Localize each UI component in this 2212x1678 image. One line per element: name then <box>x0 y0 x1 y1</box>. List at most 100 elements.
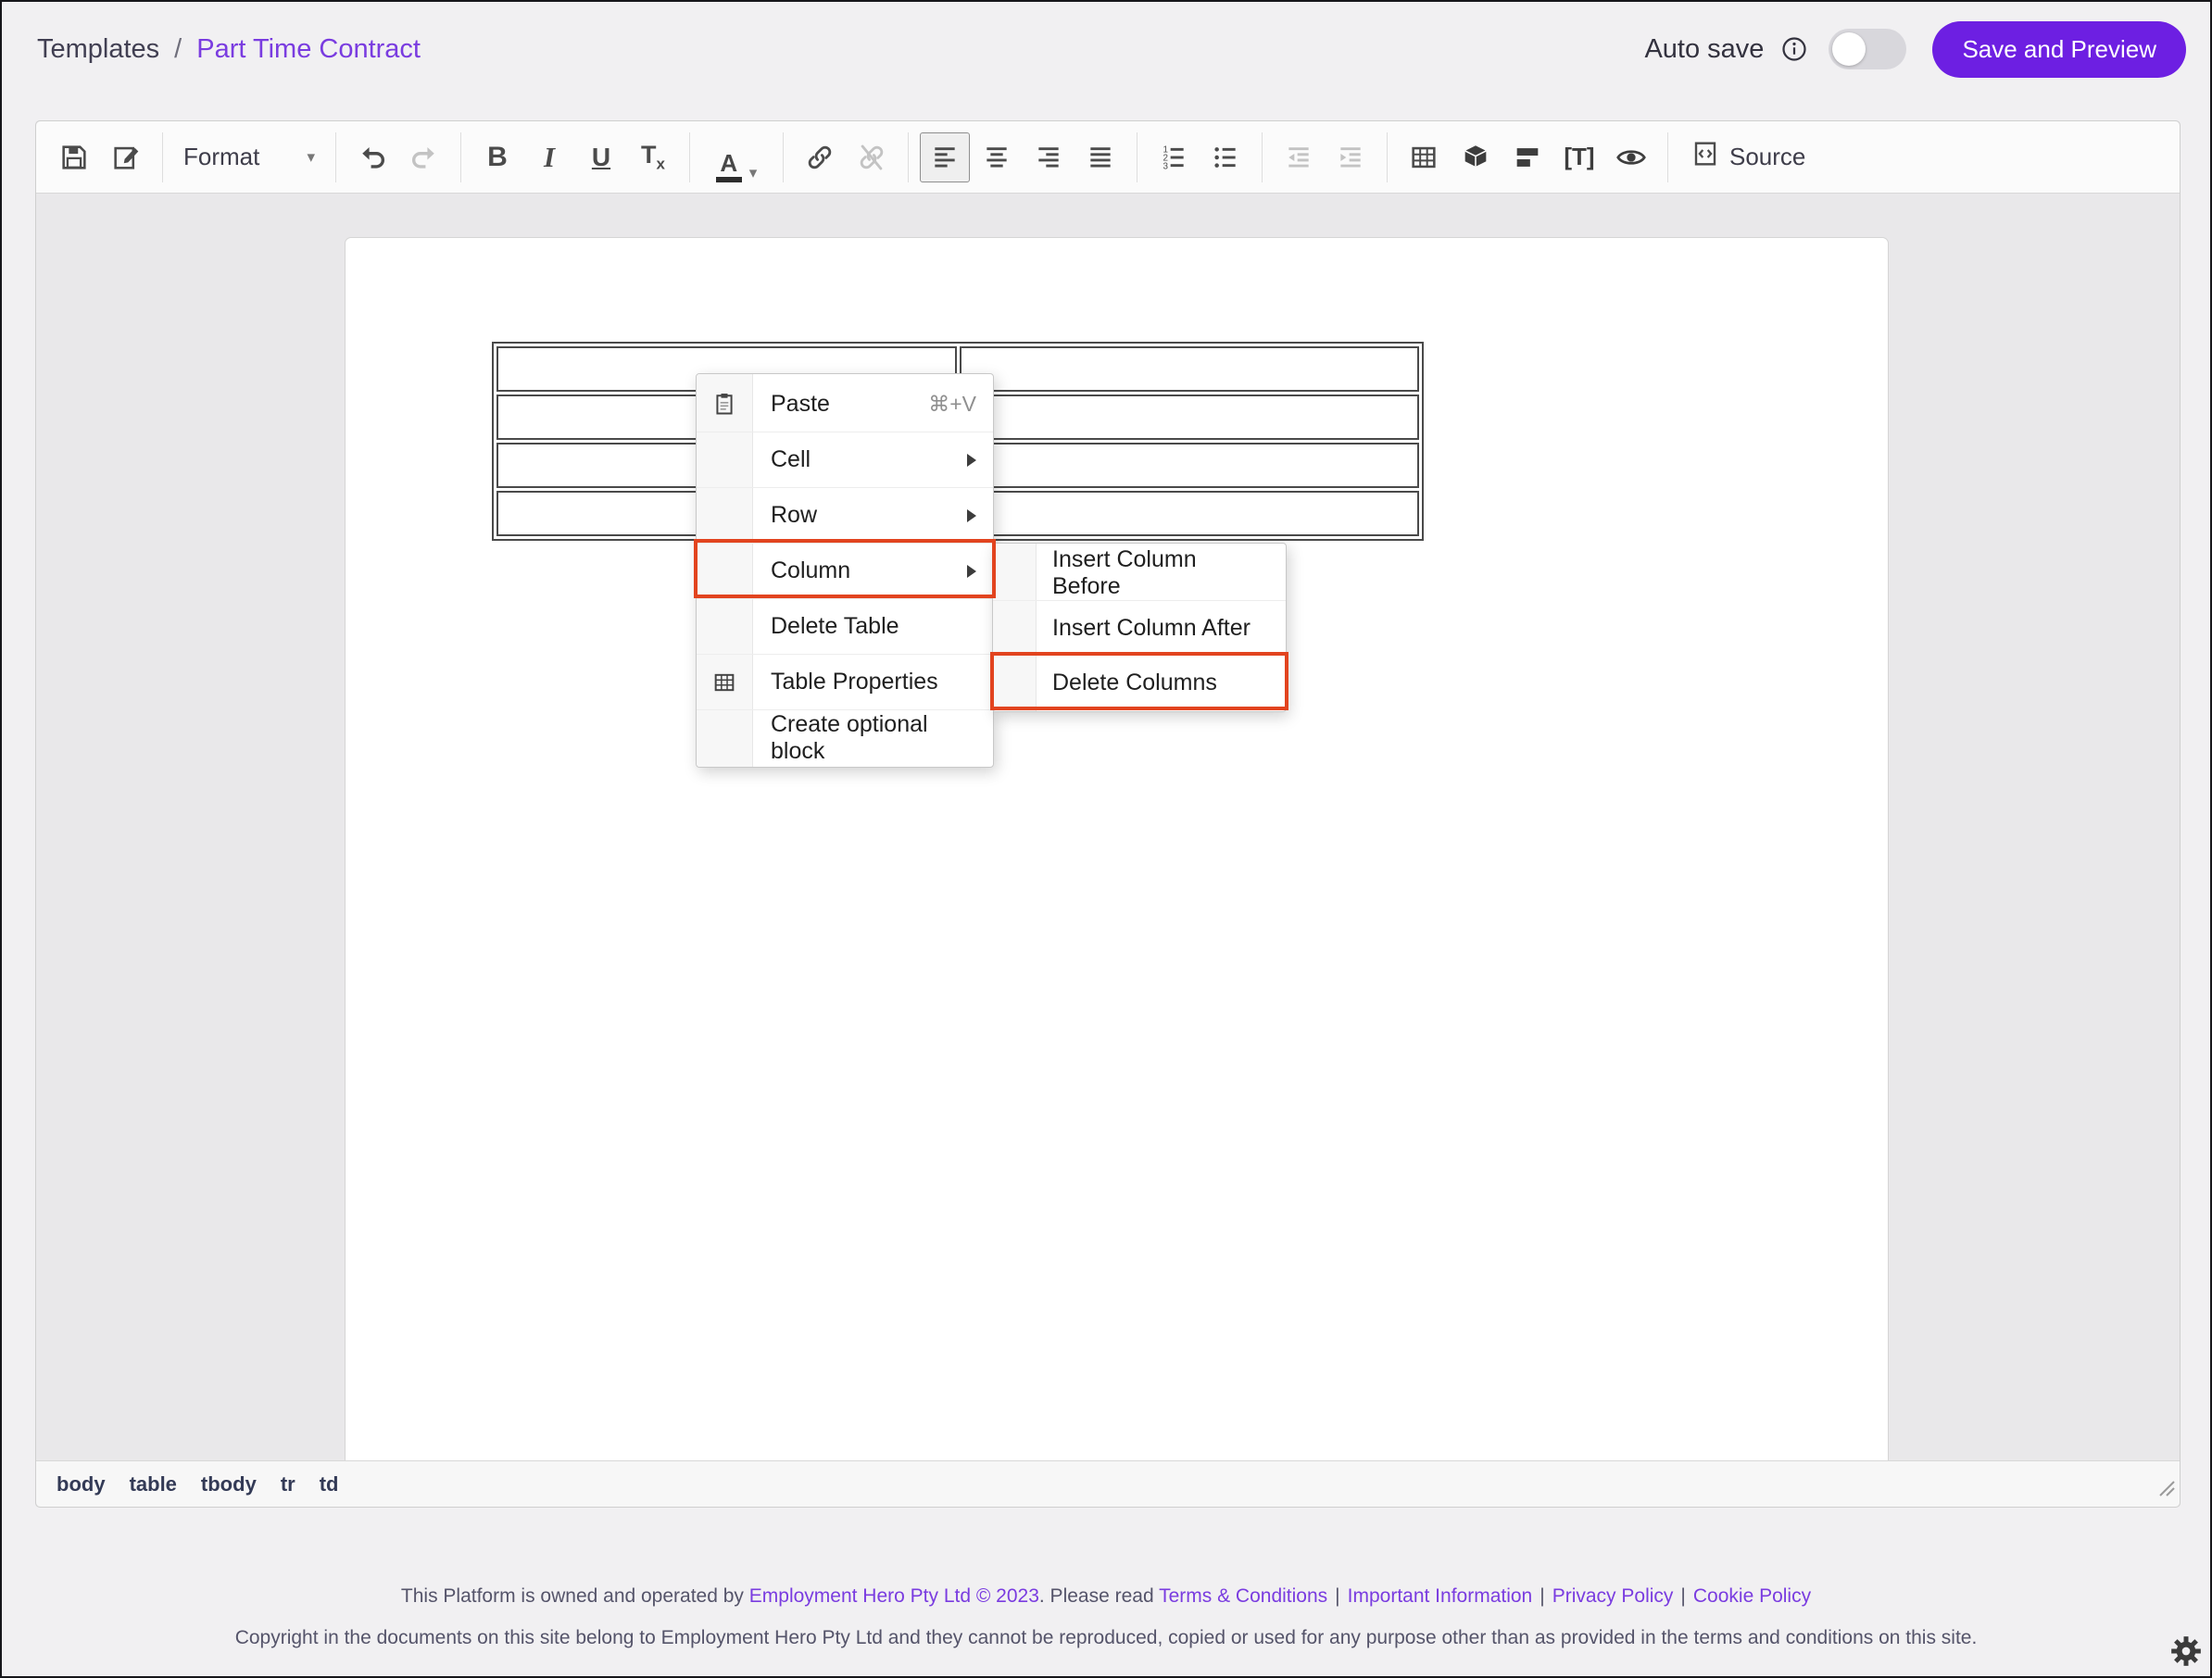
path-element-body[interactable]: body <box>57 1472 106 1496</box>
menu-item-label: Paste <box>771 391 830 418</box>
justify-icon <box>1086 143 1115 172</box>
align-left-button[interactable] <box>920 132 970 182</box>
remove-format-icon: Tx <box>641 141 665 173</box>
privacy-link[interactable]: Privacy Policy <box>1552 1585 1674 1607</box>
outdent-icon <box>1284 143 1313 172</box>
outdent-button <box>1274 132 1324 182</box>
paste-icon <box>709 391 740 417</box>
terms-link[interactable]: Terms & Conditions <box>1159 1585 1327 1607</box>
table-cell[interactable] <box>960 394 1420 440</box>
save-button[interactable] <box>49 132 99 182</box>
submenu-arrow-icon <box>967 509 976 522</box>
toolbar-divider <box>1262 132 1263 182</box>
submenu-item-label: Insert Column After <box>1052 615 1251 642</box>
undo-button[interactable] <box>347 132 397 182</box>
rich-text-editor: Format ▾ B I U Tx A ▾ <box>35 120 2181 1508</box>
chevron-down-icon: ▾ <box>307 148 315 167</box>
div-layout-button[interactable] <box>1502 132 1552 182</box>
path-element-tbody[interactable]: tbody <box>201 1472 257 1496</box>
cookie-link[interactable]: Cookie Policy <box>1693 1585 1811 1607</box>
menu-item-create-optional-block[interactable]: Create optional block <box>697 709 993 765</box>
format-dropdown[interactable]: Format ▾ <box>174 132 324 182</box>
breadcrumb-templates[interactable]: Templates <box>37 34 159 65</box>
insert-table-button[interactable] <box>1399 132 1449 182</box>
company-link[interactable]: Employment Hero Pty Ltd © 2023 <box>749 1585 1039 1607</box>
templates-button[interactable] <box>101 132 151 182</box>
div-layout-icon <box>1512 142 1543 173</box>
chevron-down-icon: ▾ <box>749 164 758 182</box>
app-window: Templates / Part Time Contract Auto save… <box>0 0 2212 1678</box>
source-icon <box>1690 139 1720 175</box>
menu-item-delete-table[interactable]: Delete Table <box>697 598 993 654</box>
submenu-item-insert-column-before[interactable]: Insert Column Before <box>993 545 1286 600</box>
source-label: Source <box>1729 143 1805 171</box>
autosave-toggle[interactable] <box>1829 29 1906 69</box>
align-center-button[interactable] <box>972 132 1022 182</box>
indent-button <box>1326 132 1376 182</box>
menu-item-paste[interactable]: Paste ⌘+V <box>697 376 993 432</box>
italic-button[interactable]: I <box>524 132 574 182</box>
submenu-item-delete-columns[interactable]: Delete Columns <box>993 655 1286 709</box>
menu-item-cell[interactable]: Cell <box>697 432 993 487</box>
justify-button[interactable] <box>1075 132 1125 182</box>
underline-button[interactable]: U <box>576 132 626 182</box>
paste-shortcut: ⌘+V <box>928 392 976 417</box>
table-cell[interactable] <box>960 346 1420 392</box>
footer-separator: | <box>1680 1585 1685 1607</box>
document-page[interactable] <box>345 237 1889 1460</box>
path-element-tr[interactable]: tr <box>281 1472 295 1496</box>
align-right-button[interactable] <box>1024 132 1074 182</box>
important-info-link[interactable]: Important Information <box>1348 1585 1533 1607</box>
underline-icon: U <box>592 143 610 172</box>
save-and-preview-button[interactable]: Save and Preview <box>1932 21 2186 78</box>
table-properties-icon <box>709 670 740 695</box>
footer-line-1: This Platform is owned and operated by E… <box>39 1584 2173 1609</box>
submenu-arrow-icon <box>967 454 976 467</box>
menu-item-table-properties[interactable]: Table Properties <box>697 654 993 709</box>
submenu-arrow-icon <box>967 565 976 578</box>
breadcrumb: Templates / Part Time Contract <box>37 34 421 65</box>
settings-gear-icon[interactable] <box>2168 1633 2205 1674</box>
table-cell[interactable] <box>960 443 1420 488</box>
text-color-icon: A <box>716 151 742 182</box>
toolbar-divider <box>460 132 461 182</box>
bulleted-list-button[interactable] <box>1200 132 1251 182</box>
table-context-menu: Paste ⌘+V Cell Row Column Delete Table T… <box>696 373 994 768</box>
numbered-list-button[interactable]: 123 <box>1149 132 1199 182</box>
bold-icon: B <box>487 142 508 173</box>
show-blocks-button[interactable] <box>1451 132 1501 182</box>
menu-item-label: Row <box>771 502 817 529</box>
path-element-td[interactable]: td <box>320 1472 339 1496</box>
table-icon <box>1408 142 1439 173</box>
placeholder-button[interactable]: [T] <box>1554 132 1604 182</box>
remove-format-button[interactable]: Tx <box>628 132 678 182</box>
show-blocks-icon <box>1460 142 1491 173</box>
menu-item-row[interactable]: Row <box>697 487 993 543</box>
path-element-table[interactable]: table <box>130 1472 177 1496</box>
resize-handle-icon[interactable] <box>2155 1477 2176 1503</box>
breadcrumb-current-page: Part Time Contract <box>196 34 421 65</box>
info-icon[interactable] <box>1780 35 1808 63</box>
preview-button[interactable] <box>1606 132 1656 182</box>
element-path-bar: body table tbody tr td <box>36 1460 2180 1507</box>
source-button[interactable]: Source <box>1679 132 1816 182</box>
menu-item-column[interactable]: Column <box>697 543 993 598</box>
toolbar-divider <box>162 132 163 182</box>
preview-eye-icon <box>1615 141 1648 174</box>
unlink-button <box>847 132 897 182</box>
bold-button[interactable]: B <box>472 132 522 182</box>
table-cell[interactable] <box>960 491 1420 536</box>
link-button[interactable] <box>795 132 845 182</box>
submenu-item-label: Insert Column Before <box>1052 546 1269 600</box>
redo-icon <box>408 142 440 173</box>
save-icon <box>58 142 90 173</box>
footer-separator: | <box>1540 1585 1544 1607</box>
link-icon <box>804 142 836 173</box>
italic-icon: I <box>544 141 555 174</box>
toggle-knob <box>1832 32 1866 66</box>
text-color-button[interactable]: A ▾ <box>701 132 772 182</box>
format-label: Format <box>183 143 259 171</box>
submenu-item-insert-column-after[interactable]: Insert Column After <box>993 600 1286 655</box>
align-center-icon <box>982 143 1012 172</box>
unlink-icon <box>856 142 887 173</box>
